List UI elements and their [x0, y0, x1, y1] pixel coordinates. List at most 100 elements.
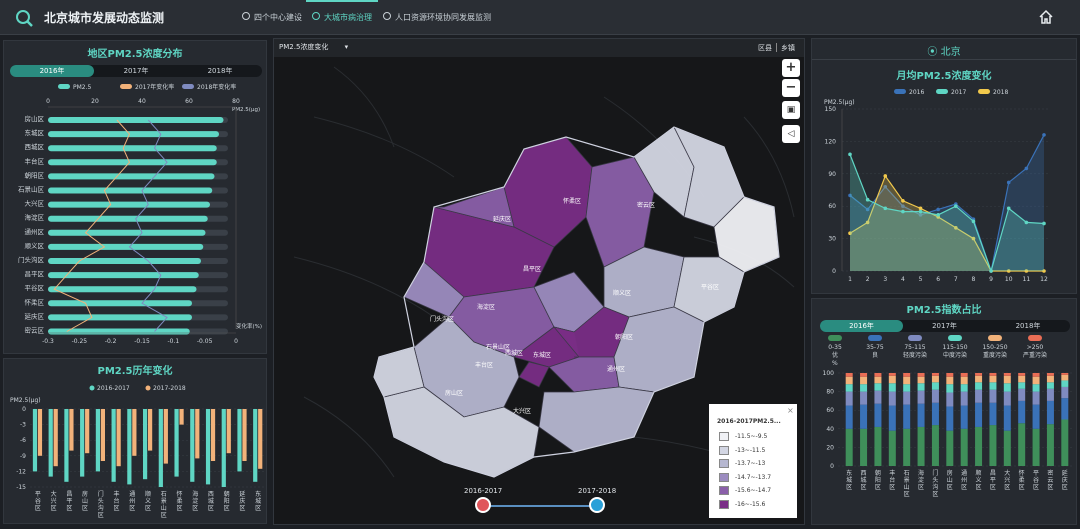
district-label-char: 沟	[932, 483, 938, 491]
toggle-divider	[776, 43, 777, 52]
district-label: 顺义区	[145, 491, 151, 512]
year-2017-tab[interactable]: 2017年	[903, 320, 986, 332]
district-label: 东城区	[255, 490, 261, 512]
timeline-end-label: 2017-2018	[578, 487, 617, 495]
indicator-select[interactable]: PM2.5浓度变化 ▾	[279, 42, 348, 52]
change-bar	[242, 409, 247, 461]
district-label-char: 区	[161, 512, 167, 519]
stacked-segment	[888, 430, 896, 466]
district-label: 昌平区	[25, 270, 45, 278]
zoom-out-button[interactable]: −	[782, 79, 800, 97]
district-label-char: 区	[1033, 484, 1039, 491]
district-label-char: 区	[66, 505, 72, 512]
year-switch[interactable]: 2016年 2017年 2018年	[820, 320, 1070, 332]
district-label-char: 延	[1062, 469, 1068, 477]
district-label: 通州区	[961, 469, 967, 491]
x-axis-tick: 9	[989, 276, 993, 283]
district-label-char: 房	[82, 490, 88, 498]
district-label-char: 区	[990, 484, 996, 491]
district-label: 西城区	[208, 491, 214, 512]
change-bar	[210, 409, 216, 461]
legend-swatch	[719, 486, 729, 495]
series-point	[989, 269, 993, 273]
district-label-char: 区	[904, 491, 910, 498]
stacked-segment	[1046, 375, 1054, 383]
stacked-segment	[1046, 400, 1054, 425]
year-2017-tab[interactable]: 2017年	[94, 65, 178, 77]
stacked-segment	[1046, 388, 1054, 401]
district-label-char: 区	[918, 484, 924, 491]
district-label: 石景山区	[18, 185, 45, 194]
change-bar	[85, 409, 90, 454]
stacked-segment	[931, 389, 939, 403]
district-label-char: 庆	[1062, 476, 1068, 484]
bottom-axis-tick: -0.15	[134, 338, 150, 345]
stacked-segment	[917, 383, 925, 391]
locate-icon[interactable]: ◁	[782, 125, 800, 143]
timeline-end-handle[interactable]	[589, 497, 605, 513]
location-icon	[312, 12, 320, 20]
year-switch[interactable]: 2016年 2017年 2018年	[10, 65, 262, 77]
district-map-label: 顺义区	[613, 290, 631, 297]
timeline-start-handle[interactable]	[475, 497, 491, 513]
y-axis-tick: 100	[823, 370, 835, 377]
zoom-in-button[interactable]: +	[782, 59, 800, 77]
district-label-char: 台	[114, 497, 120, 505]
toggle-district[interactable]: 区县	[758, 43, 772, 53]
series-point	[918, 206, 923, 211]
district-label-char: 平	[35, 491, 41, 498]
y-axis-tick: -3	[20, 422, 26, 429]
tab-population-resource[interactable]: 人口资源环境协同发展监测	[383, 12, 491, 23]
district-label-char: 区	[875, 484, 881, 491]
stacked-segment	[888, 373, 896, 376]
tab-four-centers[interactable]: 四个中心建设	[242, 12, 302, 23]
monthly-line-chart: 2016 2017 2018PM2.5(μg)03060901201501 2 3 4 5 6…	[824, 89, 1048, 283]
district-label-char: 平	[1033, 470, 1039, 477]
year-2016-tab[interactable]: 2016年	[820, 320, 903, 332]
y-axis-tick: 150	[825, 106, 837, 113]
district-label: 房山区	[947, 469, 953, 491]
pm25-bar	[48, 229, 206, 236]
stacked-segment	[975, 389, 983, 403]
series-point	[936, 213, 940, 217]
legend-swatch	[719, 459, 729, 468]
home-icon[interactable]	[1038, 9, 1054, 25]
toggle-town[interactable]: 乡镇	[781, 43, 795, 53]
stacked-segment	[1046, 373, 1054, 376]
district-label: 密云区	[25, 326, 45, 335]
year-2018-tab[interactable]: 2018年	[986, 320, 1070, 332]
district-label-char: 区	[932, 491, 938, 498]
year-2016-tab[interactable]: 2016年	[10, 65, 94, 77]
legend-label: -16~-15.6	[735, 500, 766, 508]
background-road	[313, 116, 455, 178]
background-road	[333, 66, 395, 148]
stacked-segment	[845, 376, 853, 385]
district-label-char: 谷	[35, 497, 41, 505]
change-bar	[226, 409, 231, 454]
change-bar	[64, 409, 69, 482]
district-label-char: 兴	[1004, 476, 1010, 484]
close-icon[interactable]: ×	[787, 406, 794, 415]
district-label-char: 山	[161, 504, 167, 512]
legend-swatch	[719, 499, 729, 509]
tab-label: 大城市病治理	[324, 13, 372, 22]
district-label-char: 区	[1019, 484, 1025, 491]
stacked-segment	[975, 375, 983, 383]
layers-icon[interactable]: ▣	[782, 101, 800, 119]
stacked-segment	[1003, 375, 1011, 384]
district-label-char: 海	[918, 469, 924, 477]
district-label-char: 谷	[1033, 476, 1039, 484]
district-label: 朝阳区	[224, 490, 230, 512]
year-2018-tab[interactable]: 2018年	[178, 65, 262, 77]
district-label-char: 区	[51, 505, 57, 512]
panel-title: 月均PM2.5浓度变化	[896, 71, 992, 82]
district-label-char: 区	[1047, 484, 1053, 491]
tab-city-disease[interactable]: 大城市病治理	[312, 12, 372, 23]
district-label: 平谷区	[1033, 470, 1039, 491]
pm25-bar	[48, 201, 210, 208]
series-point	[1006, 206, 1011, 211]
district-label: 石景山区	[161, 491, 167, 519]
district-label-char: 淀	[918, 476, 924, 484]
district-label: 通州区	[25, 227, 45, 236]
timeline-start-label: 2016-2017	[464, 487, 503, 495]
